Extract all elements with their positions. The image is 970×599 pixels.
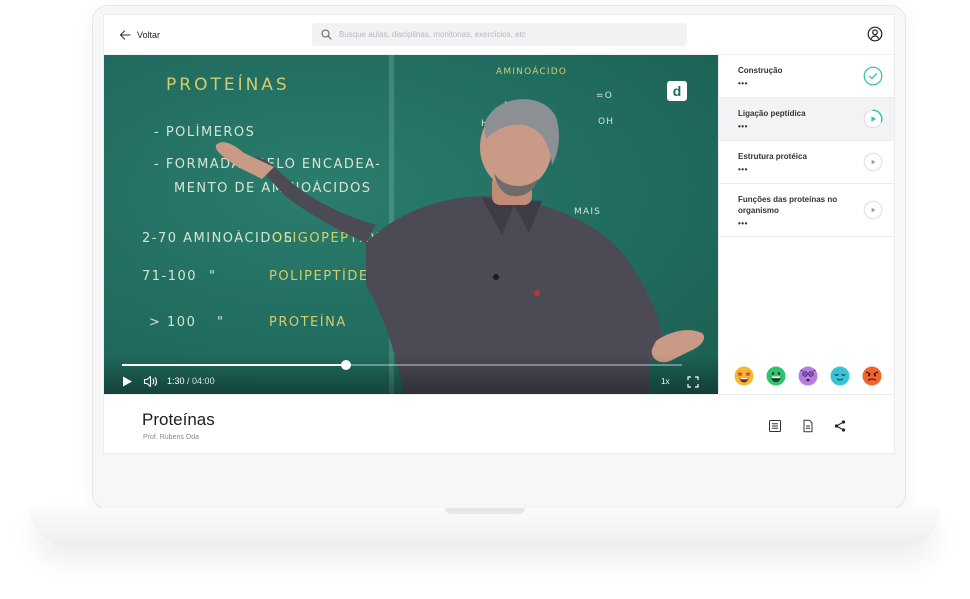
lesson-item-funcoes-das-proteinas[interactable]: Funções das proteínas no organismo ••• [719,184,894,237]
top-bar: Voltar [104,15,894,55]
teacher-name: Prof. Rubens Oda [143,434,200,441]
lesson-item-construcao[interactable]: Construção ••• [719,55,894,98]
play-icon[interactable] [121,375,133,388]
time-separator: / [184,376,193,386]
search-bar[interactable] [312,23,687,46]
volume-icon[interactable] [143,375,159,388]
progress-fill [122,364,346,366]
dizzy-emoji[interactable] [798,366,818,386]
star-eyes-emoji[interactable] [734,366,754,386]
progress-track[interactable] [122,360,682,370]
angry-emoji[interactable] [862,366,882,386]
search-icon [321,29,332,40]
fullscreen-icon[interactable] [687,376,699,388]
progress-play-icon [863,109,883,129]
playback-speed-button[interactable]: 1x [661,377,669,386]
lesson-more: ••• [738,79,748,88]
progress-handle[interactable] [341,360,351,370]
reaction-bar [719,366,894,390]
lesson-more: ••• [738,219,748,228]
lesson-more: ••• [738,165,748,174]
document-icon[interactable] [801,419,815,433]
lesson-item-estrutura-proteica[interactable]: Estrutura protéica ••• [719,141,894,184]
lesson-more: ••• [738,122,748,131]
play-circle-icon [863,152,883,172]
duration: 04:00 [192,376,215,386]
laptop-mockup: Voltar PROTEÍNAS - POLÍMEROS - FORMADAS … [0,0,970,599]
lesson-item-ligacao-peptidica[interactable]: Ligação peptídica ••• [719,98,894,141]
lesson-title: Construção [738,66,783,75]
arrow-left-icon [119,30,131,40]
laptop-base [30,508,940,546]
app-screen: Voltar PROTEÍNAS - POLÍMEROS - FORMADAS … [103,14,895,454]
lesson-name: Proteínas [142,410,215,429]
laptop-notch [445,508,525,514]
video-controls: 1:30 / 04:00 1x [104,355,718,394]
time-display: 1:30 / 04:00 [167,376,215,386]
share-icon[interactable] [833,419,847,433]
grinning-emoji[interactable] [766,366,786,386]
current-time: 1:30 [167,376,185,386]
teacher-figure [215,99,705,394]
back-label: Voltar [137,30,161,40]
check-circle-icon [863,66,883,86]
list-icon[interactable] [768,419,782,433]
user-account-icon[interactable] [867,26,883,42]
lesson-info-bar: Proteínas Prof. Rubens Oda [104,394,894,453]
back-button[interactable]: Voltar [119,27,160,43]
lesson-title: Estrutura protéica [738,152,807,161]
lesson-title: Funções das proteínas no organismo [738,195,838,215]
play-circle-icon [863,200,883,220]
video-player[interactable]: PROTEÍNAS - POLÍMEROS - FORMADAS PELO EN… [104,55,718,394]
search-input[interactable] [339,30,669,39]
relieved-emoji[interactable] [830,366,850,386]
lesson-title: Ligação peptídica [738,109,806,118]
lesson-sidebar: Construção ••• Ligação peptídica ••• Est… [718,55,894,394]
